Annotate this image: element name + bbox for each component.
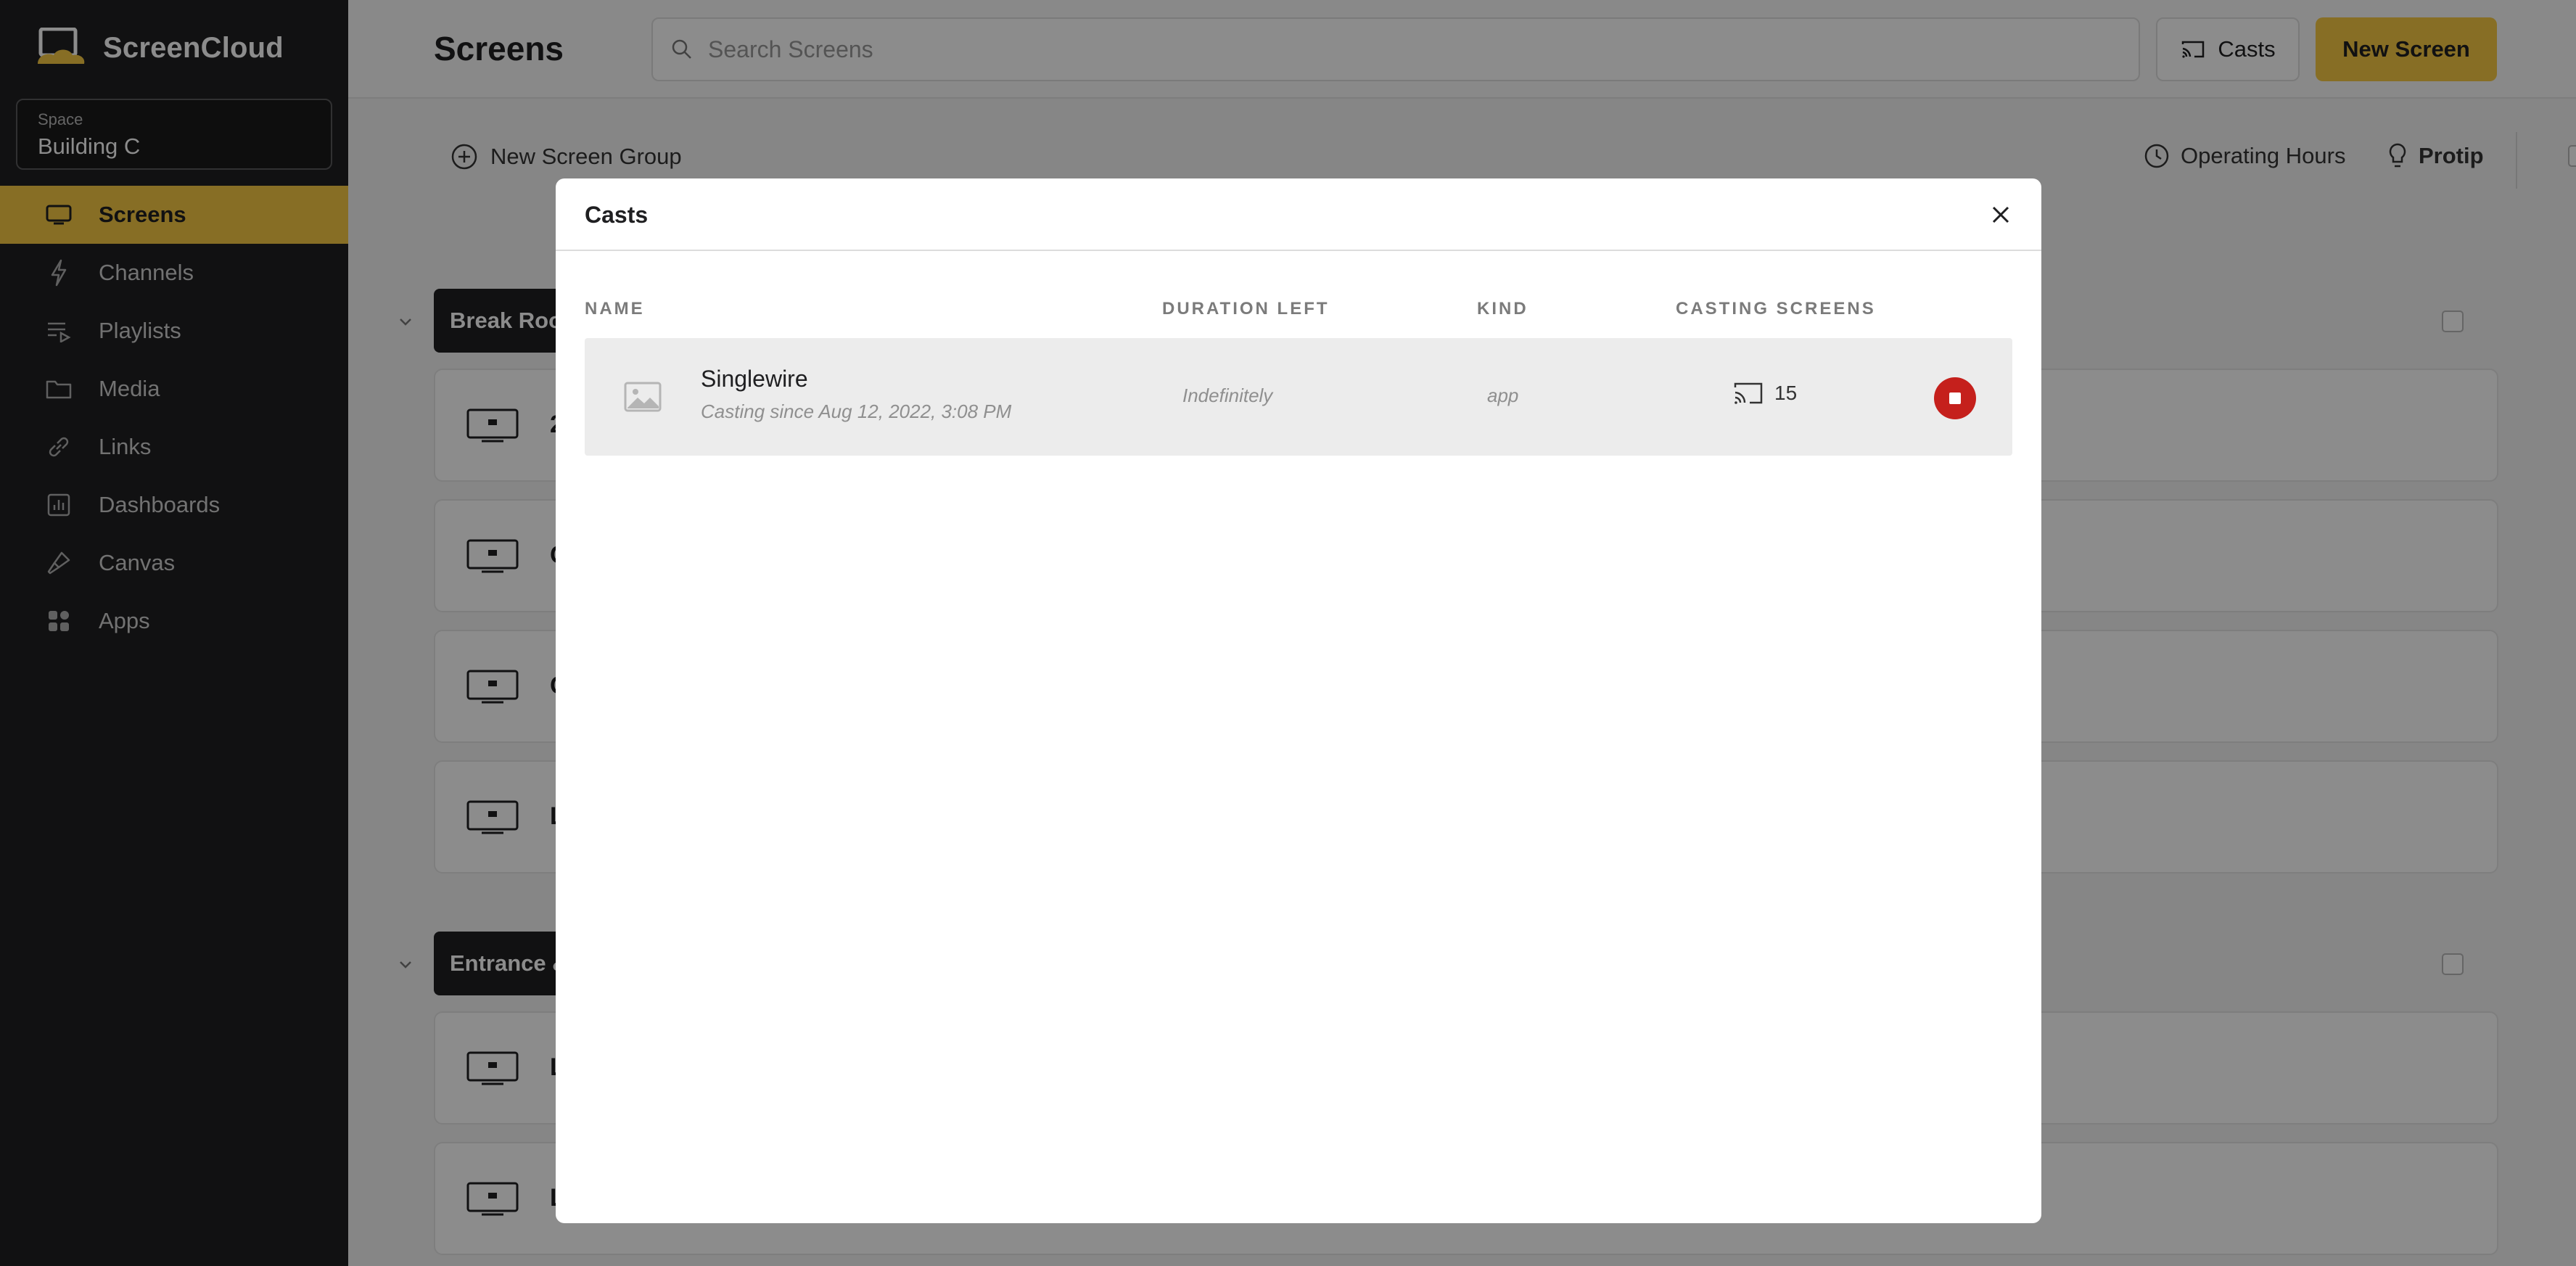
modal-title: Casts (585, 202, 649, 228)
cast-icon (1734, 382, 1763, 404)
stop-cast-button[interactable] (1934, 377, 1976, 419)
close-button[interactable] (1986, 200, 2015, 229)
cast-name: Singlewire (701, 366, 808, 392)
cast-since: Casting since Aug 12, 2022, 3:08 PM (701, 400, 1012, 422)
image-placeholder-icon (624, 382, 662, 412)
stop-icon (1949, 392, 1961, 404)
casting-screens-count: 15 (1732, 380, 1797, 406)
cast-kind: app (1487, 385, 1519, 406)
cast-duration: Indefinitely (1182, 385, 1273, 406)
column-header-casting-screens: CASTING SCREENS (1676, 299, 1876, 318)
close-icon (1992, 206, 2009, 223)
cast-row[interactable]: Singlewire Casting since Aug 12, 2022, 3… (585, 338, 2012, 456)
modal-header: Casts (556, 178, 2041, 251)
column-header-kind: KIND (1477, 299, 1528, 318)
casts-modal: Casts NAME DURATION LEFT KIND CASTING SC… (556, 178, 2041, 1223)
column-header-duration: DURATION LEFT (1162, 299, 1330, 318)
casting-screens-value: 15 (1774, 382, 1798, 404)
column-header-name: NAME (585, 299, 645, 318)
